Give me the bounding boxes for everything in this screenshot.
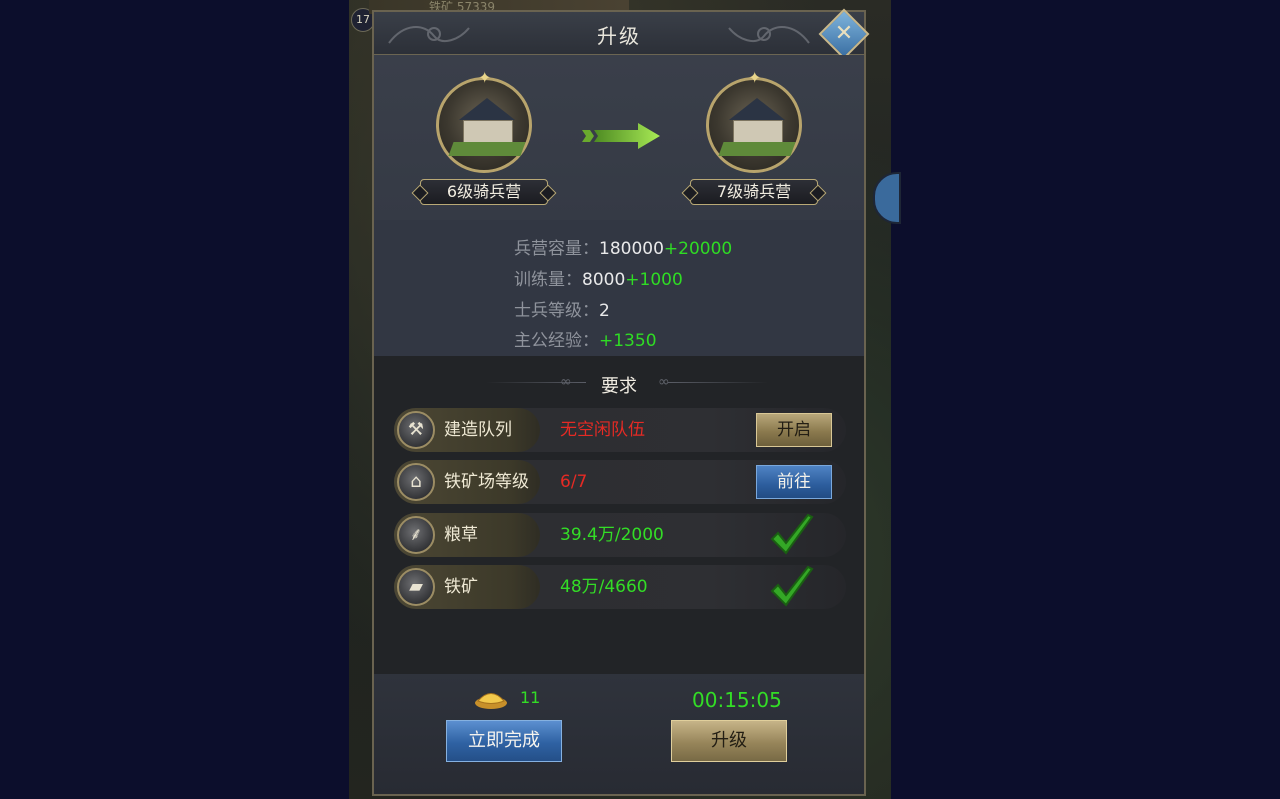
stat-row-capacity: 兵营容量：180000+20000 (514, 239, 733, 259)
requirement-status: 6/7 (560, 472, 588, 492)
dialog-footer: 11 00:15:05 立即完成 升级 (374, 674, 864, 794)
upgrade-button[interactable]: 升级 (671, 720, 787, 762)
stat-row-soldier-level: 士兵等级：2 (514, 301, 610, 321)
requirement-status: 48万/4660 (560, 577, 648, 597)
requirement-status: 无空闲队伍 (560, 420, 645, 440)
requirement-row-iron: ▰ 铁矿 48万/4660 (394, 565, 846, 609)
finish-now-button[interactable]: 立即完成 (446, 720, 562, 762)
cloud-ornament-right (728, 26, 810, 44)
requirement-row-grain: ⸙ 粮草 39.4万/2000 (394, 513, 846, 557)
building-next-image: ✦ (706, 68, 802, 173)
gold-ingot-icon (475, 693, 507, 709)
stat-row-exp: 主公经验：+1350 (514, 331, 657, 351)
upgrade-timer: 00:15:05 (692, 688, 782, 712)
side-event-icon[interactable] (873, 172, 901, 224)
requirement-status: 39.4万/2000 (560, 525, 664, 545)
requirements-title: 要求 (601, 376, 637, 397)
hammer-icon: ⚒ (397, 411, 435, 449)
iron-ingot-icon: ▰ (397, 568, 435, 606)
checkmark-icon (770, 565, 814, 607)
requirement-row-build-queue: ⚒ 建造队列 无空闲队伍 开启 (394, 408, 846, 452)
arrow-right-icon (582, 123, 660, 149)
building-next-name: 7级骑兵营 (690, 179, 818, 205)
mine-building-icon: ⌂ (397, 463, 435, 501)
open-queue-button[interactable]: 开启 (756, 413, 832, 447)
star-icon: ✦ (478, 68, 492, 87)
upgrade-dialog: 升级 ✕ ✦ 6级骑兵营 ✦ 7级骑兵营 兵营容量：180000+20000 训… (372, 8, 870, 796)
requirements-header: ∞ 要求 ∞ (374, 368, 864, 398)
wheat-icon: ⸙ (397, 516, 435, 554)
upgrade-preview: ✦ 6级骑兵营 ✦ 7级骑兵营 (374, 55, 864, 220)
building-current-image: ✦ (436, 68, 532, 173)
checkmark-icon (770, 513, 814, 555)
stat-row-training: 训练量：8000+1000 (514, 270, 683, 290)
go-to-button[interactable]: 前往 (756, 465, 832, 499)
close-button[interactable]: ✕ (818, 8, 870, 60)
upgrade-stats: 兵营容量：180000+20000 训练量：8000+1000 士兵等级：2 主… (374, 220, 864, 356)
close-icon: ✕ (834, 21, 854, 46)
star-icon: ✦ (748, 68, 762, 87)
dialog-title-bar: 升级 ✕ (374, 8, 870, 60)
requirement-row-iron-mine-level: ⌂ 铁矿场等级 6/7 前往 (394, 460, 846, 504)
gold-cost: 11 (520, 688, 541, 707)
building-current-name: 6级骑兵营 (420, 179, 548, 205)
